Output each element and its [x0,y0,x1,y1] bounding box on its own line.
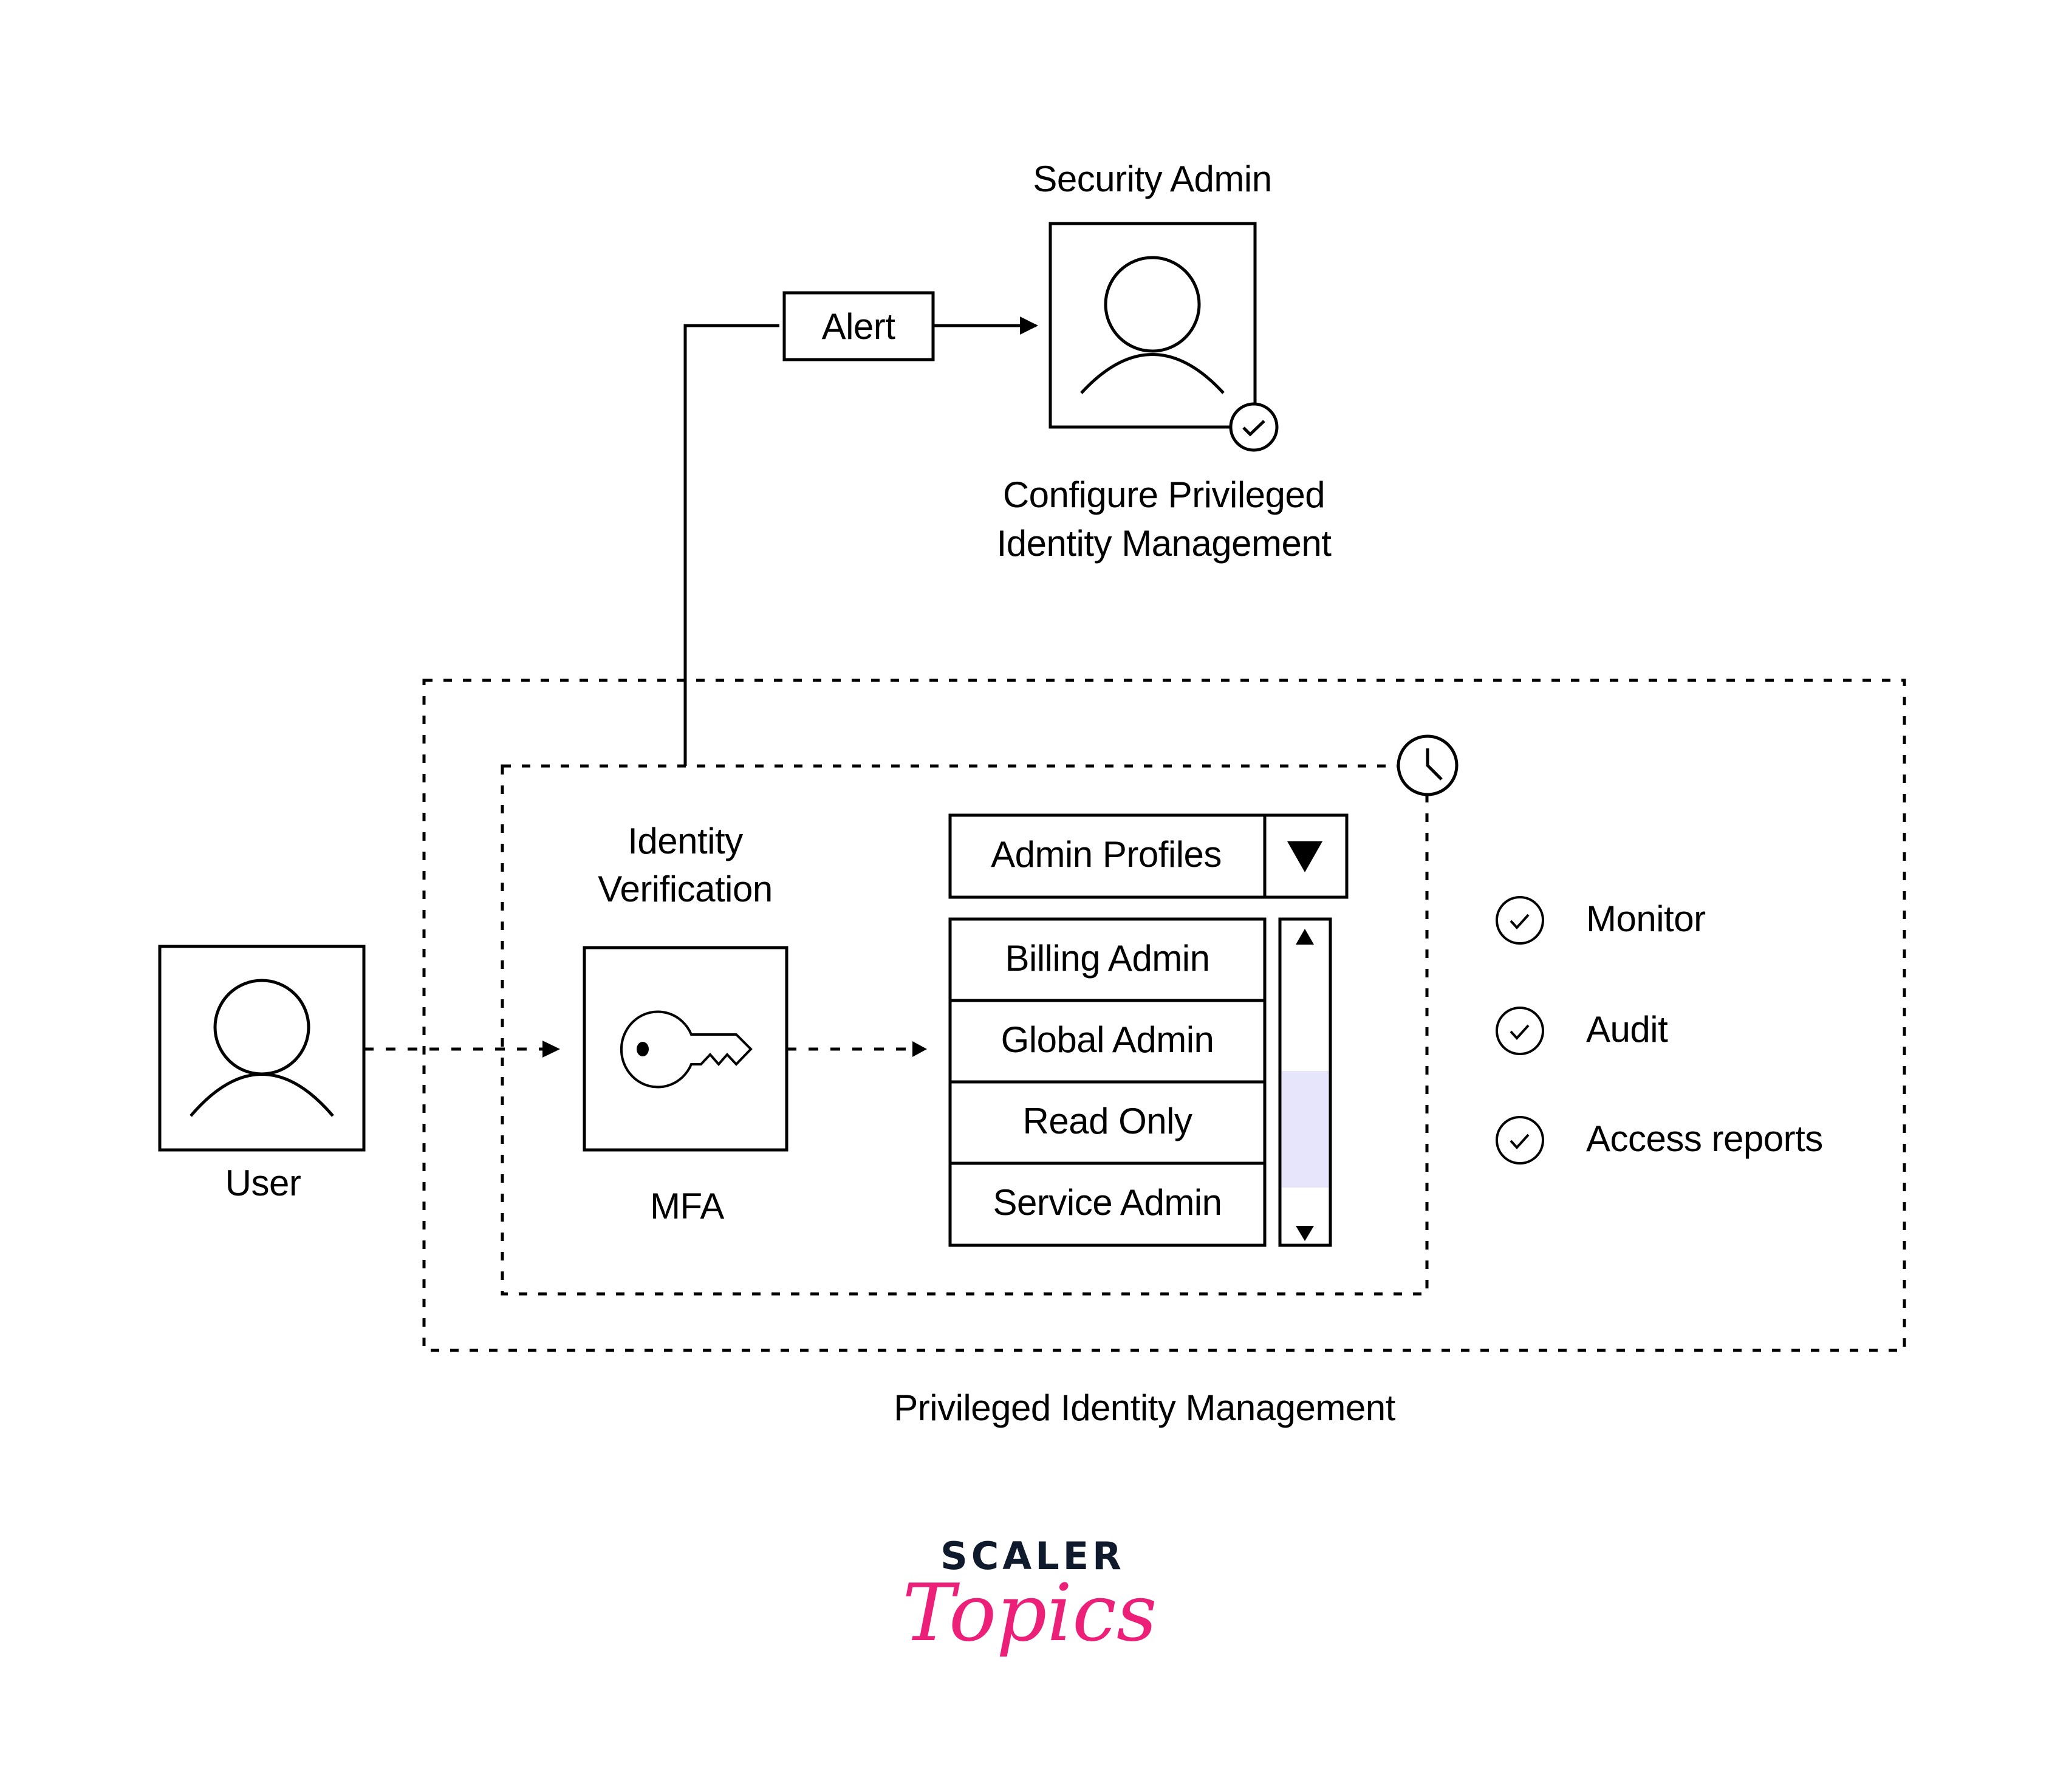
scrollbar-thumb[interactable] [1282,1071,1329,1188]
list-item-selected[interactable]: Read Only [948,1080,1267,1165]
clock-icon [1397,734,1459,796]
scrollbar[interactable] [1278,917,1332,1247]
key-icon [620,1010,753,1089]
feature-label: Access reports [1586,1118,1823,1159]
check-circle-icon [1496,896,1544,945]
admin-profiles-dropdown[interactable]: Admin Profiles [948,813,1349,899]
list-item[interactable]: Service Admin [948,1161,1267,1247]
alert-label: Alert [822,306,896,347]
security-admin-title: Security Admin [1033,159,1271,199]
feature-item-monitor: Monitor [1496,896,1706,945]
list-item-label: Service Admin [993,1182,1222,1223]
alert-connector-line [683,324,779,766]
feature-item-access-reports: Access reports [1496,1116,1823,1164]
list-item[interactable]: Global Admin [948,999,1267,1084]
feature-item-audit: Audit [1496,1007,1669,1055]
zone-caption: Privileged Identity Management [894,1387,1395,1428]
identity-verification-title-line2: Verification [598,869,773,909]
security-admin-caption-line1: Configure Privileged [1003,474,1325,515]
triangle-down-icon[interactable] [1287,841,1322,872]
user-label: User [225,1163,301,1203]
pim-diagram: Alert Security Admin Configure Privilege… [158,159,1906,1659]
user-avatar-icon [1080,256,1225,394]
list-item-label: Global Admin [1001,1019,1214,1060]
list-item-label: Read Only [1023,1101,1192,1141]
scroll-down-icon[interactable] [1296,1226,1314,1241]
arrowhead-icon [542,1041,560,1058]
arrowhead-icon [912,1041,927,1057]
user-avatar-icon [190,979,334,1117]
list-item[interactable]: Billing Admin [948,917,1267,1002]
check-circle-icon [1229,402,1279,452]
identity-verification-title-line1: Identity [628,821,743,861]
security-admin-caption-line2: Identity Management [997,523,1332,564]
feature-label: Audit [1586,1009,1668,1050]
check-circle-icon [1496,1007,1544,1055]
admin-profiles-list: Billing Admin Global Admin Read Only Ser… [948,917,1267,1247]
list-item-label: Billing Admin [1005,938,1209,979]
check-circle-icon [1496,1116,1544,1164]
admin-profiles-dropdown-label: Admin Profiles [991,834,1222,875]
scaler-topics-logo: SCALER Topics [902,1534,1157,1659]
feature-label: Monitor [1586,898,1706,939]
mfa-label: MFA [650,1186,724,1226]
security-admin-box [1048,222,1257,429]
scroll-up-icon[interactable] [1296,929,1314,945]
brand-topics: Topics [902,1567,1157,1659]
